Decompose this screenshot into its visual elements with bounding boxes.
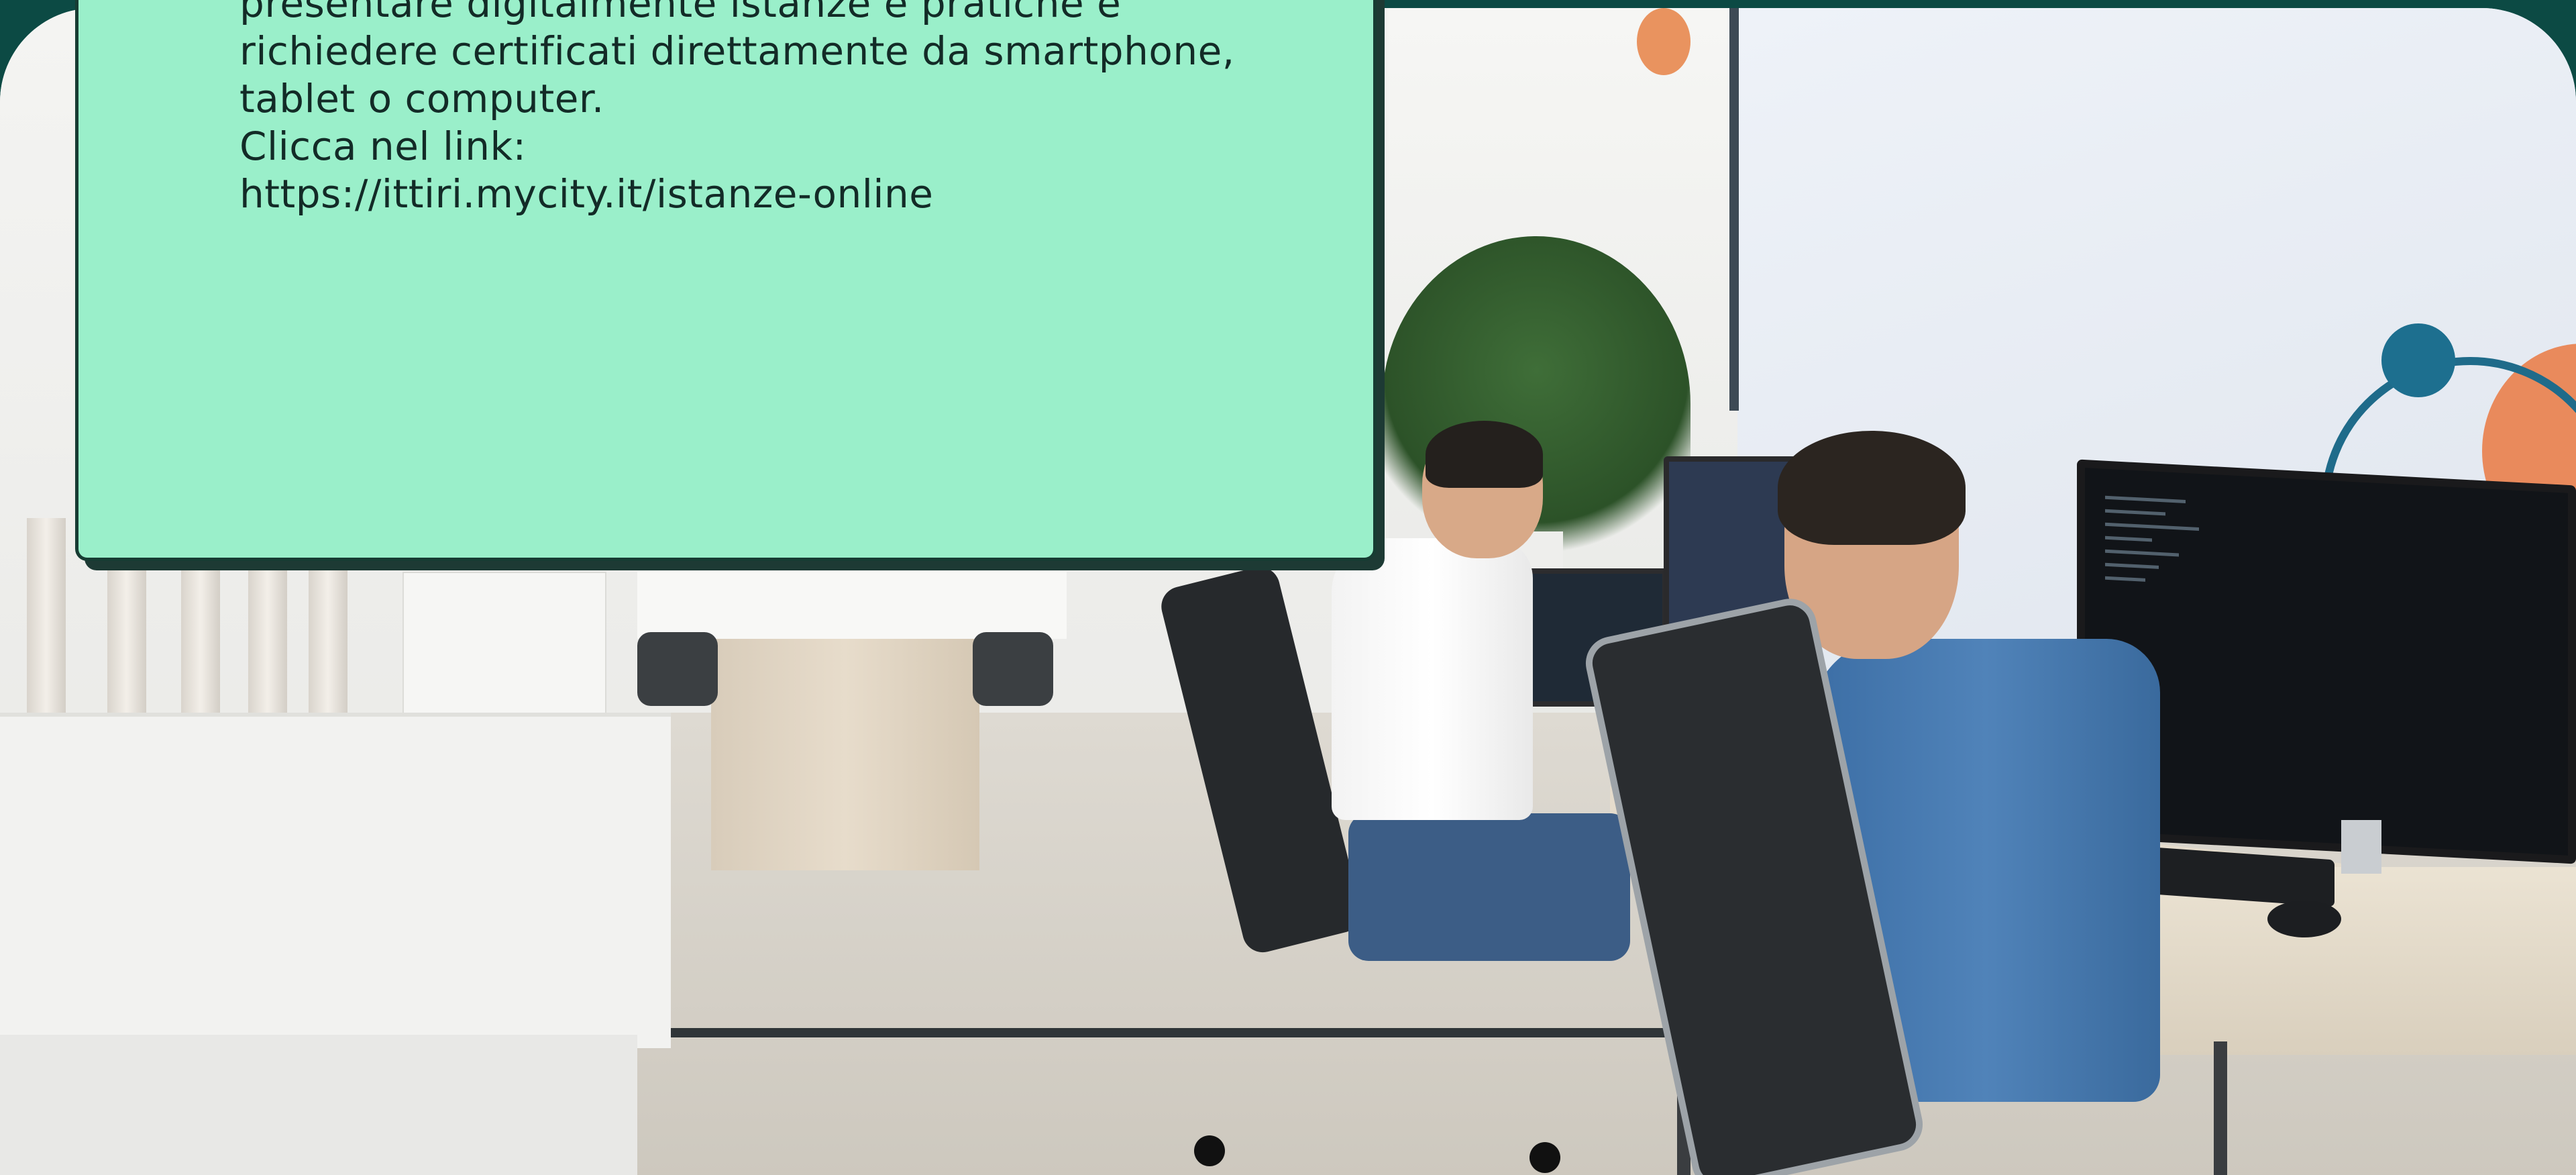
glass-wall-base [644, 1028, 1684, 1037]
meeting-chair [637, 632, 718, 706]
chair-wheel [1529, 1142, 1560, 1173]
chair-wheel [1194, 1135, 1225, 1166]
shelf-front-panel [0, 1035, 637, 1175]
info-link[interactable]: https://ittiri.mycity.it/istanze-online [239, 170, 1434, 218]
wall-decoration-blue-dot [2381, 323, 2455, 397]
meeting-table-base [711, 639, 979, 870]
info-line: Clicca nel link: [239, 123, 527, 169]
partition-post [1729, 8, 1739, 411]
person-left-hair [1426, 421, 1543, 488]
info-line: presentare digitalmente istanze e pratic… [239, 0, 1122, 26]
mouse [2267, 901, 2341, 937]
wall-decoration-orange-top [1637, 8, 1690, 75]
meeting-chair [973, 632, 1053, 706]
person-left-legs [1348, 813, 1630, 961]
info-line: tablet o computer. [239, 76, 604, 121]
monitor-stand [2341, 820, 2381, 874]
person-left-shirt [1332, 538, 1533, 820]
person-right-hair [1778, 431, 1966, 545]
info-card: presentare digitalmente istanze e pratic… [75, 0, 1377, 561]
video-frame: presentare digitalmente istanze e pratic… [0, 0, 2576, 1175]
info-card-text: presentare digitalmente istanze e pratic… [239, 0, 1434, 218]
storage-cabinet [402, 572, 606, 735]
desk-leg [2214, 1041, 2227, 1175]
meeting-table-top [637, 572, 1067, 639]
info-line: richiedere certificati direttamente da s… [239, 28, 1235, 74]
white-shelf [0, 713, 671, 1048]
